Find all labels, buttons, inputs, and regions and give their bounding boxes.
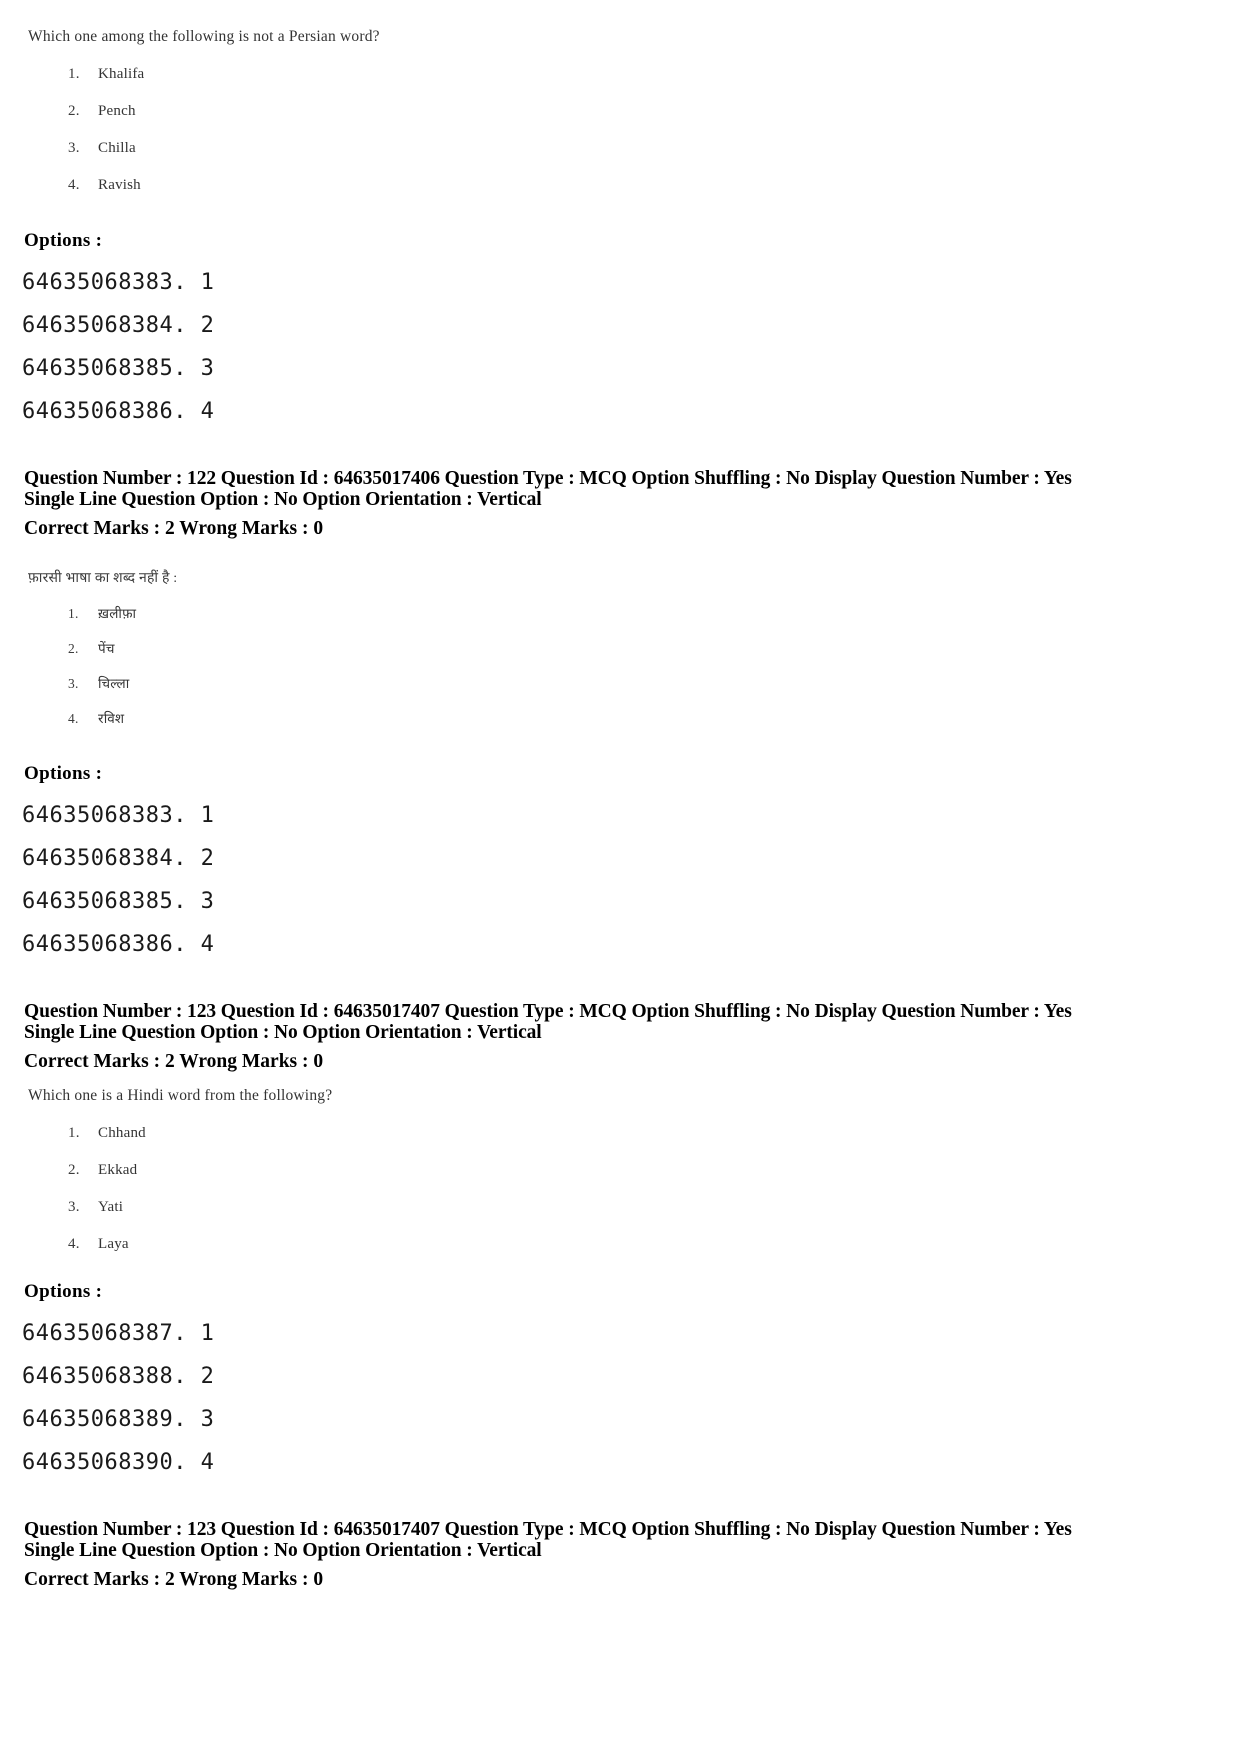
question-123-metadata-top: Question Number : 123 Question Id : 6463… xyxy=(0,1001,1240,1073)
metadata-line-2: Single Line Question Option : No Option … xyxy=(24,1540,542,1562)
options-label: Options : xyxy=(24,230,103,251)
choice-item[interactable]: 2. Pench xyxy=(0,103,1240,120)
option-id-row: 64635068384. 2 xyxy=(22,313,215,338)
choice-text: Chhand xyxy=(98,1125,146,1142)
choice-item[interactable]: 1. Khalifa xyxy=(0,66,1240,83)
option-id-row: 64635068384. 2 xyxy=(22,846,215,872)
choice-text: Ravish xyxy=(98,177,141,193)
choice-text: Pench xyxy=(98,103,136,119)
choice-list-hindi: 1. ख़लीफ़ा 2. पेंच 3. चिल्ला 4. रविश xyxy=(0,604,1240,727)
question-122-english-block: Which one among the following is not a P… xyxy=(0,28,1240,194)
choice-item[interactable]: 1. ख़लीफ़ा xyxy=(0,604,1240,622)
choice-number: 3. xyxy=(68,1199,80,1216)
option-id-list: 64635068383. 1 64635068384. 2 6463506838… xyxy=(0,803,1240,957)
choice-number: 4. xyxy=(68,177,80,193)
choice-text: Ekkad xyxy=(98,1162,138,1179)
choice-number: 1. xyxy=(68,66,80,82)
choice-item[interactable]: 1. Chhand xyxy=(0,1125,1240,1142)
choice-number: 4. xyxy=(68,711,79,727)
choice-number: 1. xyxy=(68,1125,80,1142)
choice-number: 3. xyxy=(68,676,79,692)
top-spacer xyxy=(0,0,1240,28)
choice-item[interactable]: 4. Laya xyxy=(0,1236,1240,1253)
option-id-list: 64635068383. 1 64635068384. 2 6463506838… xyxy=(0,270,1240,424)
option-id-row: 64635068386. 4 xyxy=(22,399,215,424)
option-id-row: 64635068387. 1 xyxy=(22,1321,215,1347)
metadata-line-2: Single Line Question Option : No Option … xyxy=(24,489,542,511)
metadata-line-2: Single Line Question Option : No Option … xyxy=(24,1022,542,1044)
options-label: Options : xyxy=(24,1281,103,1303)
choice-text: Laya xyxy=(98,1236,129,1253)
metadata-marks: Correct Marks : 2 Wrong Marks : 0 xyxy=(24,1051,324,1073)
choice-text: पेंच xyxy=(98,641,115,657)
question-122-hindi-block: फ़ारसी भाषा का शब्द नहीं है : 1. ख़लीफ़ा… xyxy=(0,568,1240,727)
choice-list: 1. Khalifa 2. Pench 3. Chilla 4. Ravish xyxy=(0,66,1240,194)
question-123-metadata-bottom: Question Number : 123 Question Id : 6463… xyxy=(0,1519,1240,1591)
metadata-marks: Correct Marks : 2 Wrong Marks : 0 xyxy=(24,518,324,540)
choice-text: Yati xyxy=(98,1199,124,1216)
option-id-row: 64635068385. 3 xyxy=(22,889,215,915)
options-label: Options : xyxy=(24,763,103,785)
choice-item[interactable]: 3. Chilla xyxy=(0,140,1240,157)
question-stem: Which one is a Hindi word from the follo… xyxy=(28,1087,333,1105)
question-123-english-options: Options : 64635068387. 1 64635068388. 2 … xyxy=(0,1281,1240,1475)
question-122-english-options: Options : 64635068383. 1 64635068384. 2 … xyxy=(0,230,1240,424)
question-122-metadata: Question Number : 122 Question Id : 6463… xyxy=(0,468,1240,540)
choice-text: ख़लीफ़ा xyxy=(98,606,137,622)
document-page: Which one among the following is not a P… xyxy=(0,0,1240,1754)
choice-number: 2. xyxy=(68,1162,80,1179)
question-stem-hindi: फ़ारसी भाषा का शब्द नहीं है : xyxy=(28,571,178,587)
metadata-line-1: Question Number : 123 Question Id : 6463… xyxy=(24,1519,1072,1541)
choice-number: 2. xyxy=(68,641,79,657)
option-id-row: 64635068383. 1 xyxy=(22,270,215,295)
option-id-row: 64635068388. 2 xyxy=(22,1364,215,1390)
choice-item[interactable]: 3. चिल्ला xyxy=(0,674,1240,692)
choice-item[interactable]: 4. रविश xyxy=(0,709,1240,727)
choice-item[interactable]: 2. पेंच xyxy=(0,639,1240,657)
question-122-hindi-options: Options : 64635068383. 1 64635068384. 2 … xyxy=(0,763,1240,957)
option-id-list: 64635068387. 1 64635068388. 2 6463506838… xyxy=(0,1321,1240,1475)
choice-text: Khalifa xyxy=(98,66,145,82)
choice-item[interactable]: 4. Ravish xyxy=(0,177,1240,194)
choice-item[interactable]: 2. Ekkad xyxy=(0,1162,1240,1179)
choice-list: 1. Chhand 2. Ekkad 3. Yati 4. Laya xyxy=(0,1125,1240,1253)
option-id-row: 64635068383. 1 xyxy=(22,803,215,829)
option-id-row: 64635068390. 4 xyxy=(22,1450,215,1476)
choice-text: रविश xyxy=(98,711,125,727)
question-123-english-block: Which one is a Hindi word from the follo… xyxy=(0,1087,1240,1253)
choice-number: 3. xyxy=(68,140,80,156)
metadata-line-1: Question Number : 122 Question Id : 6463… xyxy=(24,468,1072,489)
choice-text: चिल्ला xyxy=(98,676,130,692)
metadata-line-1: Question Number : 123 Question Id : 6463… xyxy=(24,1001,1072,1023)
option-id-row: 64635068385. 3 xyxy=(22,356,215,381)
choice-number: 2. xyxy=(68,103,80,119)
choice-text: Chilla xyxy=(98,140,136,156)
option-id-row: 64635068389. 3 xyxy=(22,1407,215,1433)
choice-number: 4. xyxy=(68,1236,80,1253)
question-stem: Which one among the following is not a P… xyxy=(28,28,380,45)
choice-item[interactable]: 3. Yati xyxy=(0,1199,1240,1216)
metadata-marks: Correct Marks : 2 Wrong Marks : 0 xyxy=(24,1569,324,1591)
choice-number: 1. xyxy=(68,606,79,622)
option-id-row: 64635068386. 4 xyxy=(22,932,215,958)
